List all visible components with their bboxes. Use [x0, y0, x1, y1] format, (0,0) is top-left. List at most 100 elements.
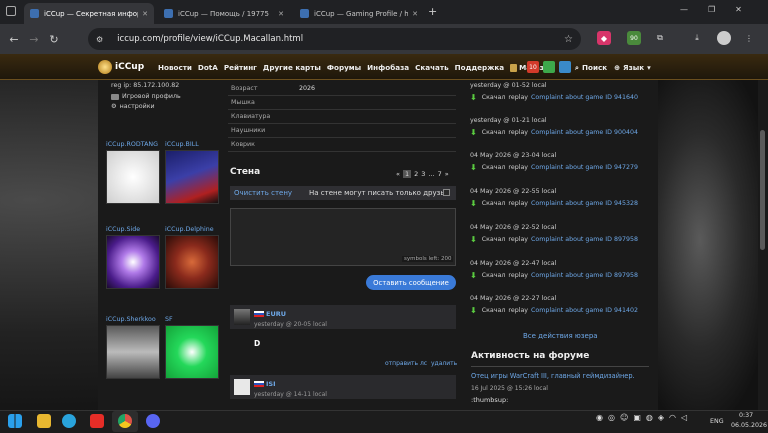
close-window-icon[interactable]: ✕ — [735, 5, 742, 14]
browser-tab-1[interactable]: iCCup — Секретная инфор ✕ — [24, 3, 154, 24]
menu-item-download[interactable]: Скачать — [415, 63, 449, 72]
friend-name[interactable]: iCCup.Side — [106, 226, 140, 233]
friend-avatar[interactable] — [165, 235, 219, 289]
profile-avatar[interactable] — [717, 31, 731, 45]
page-prev[interactable]: « — [396, 170, 400, 178]
menu-item-infobase[interactable]: Инфобаза — [367, 63, 409, 72]
language-indicator[interactable]: ENG — [710, 418, 724, 425]
tray-app-icon[interactable]: ◍ — [646, 413, 653, 422]
page-3[interactable]: 3 — [421, 170, 425, 178]
tray-app-icon[interactable]: ▣ — [633, 413, 641, 422]
menu-item-news[interactable]: Новости — [158, 63, 192, 72]
replay-link[interactable]: Complaint about game ID 941402 — [531, 307, 638, 314]
page-scrollbar[interactable] — [758, 80, 768, 410]
maximize-icon[interactable]: ❐ — [708, 5, 715, 14]
menu-item-forums[interactable]: Форумы — [327, 63, 361, 72]
friend-name[interactable]: iCCup.BILL — [165, 141, 199, 148]
new-tab-icon[interactable]: + — [428, 5, 437, 18]
page-2[interactable]: 2 — [414, 170, 418, 178]
replay-link[interactable]: Complaint about game ID 897958 — [531, 236, 638, 243]
reload-icon[interactable]: ↻ — [44, 33, 64, 46]
downloads-icon[interactable]: ⤓ — [690, 31, 704, 45]
discord-tray-icon[interactable]: ☺ — [620, 413, 628, 422]
page-7[interactable]: 7 — [438, 170, 442, 178]
close-tab-icon[interactable]: ✕ — [412, 10, 418, 18]
telegram-icon[interactable] — [62, 414, 76, 428]
all-user-actions-link[interactable]: Все действия юзера — [523, 332, 598, 340]
menu-item-support[interactable]: Поддержка — [455, 63, 504, 72]
close-tab-icon[interactable]: ✕ — [142, 10, 148, 18]
page-next[interactable]: » — [445, 170, 449, 178]
back-icon[interactable]: ← — [4, 33, 24, 46]
extensions-puzzle-icon[interactable]: ⧉ — [653, 31, 667, 45]
browser-menu-icon[interactable]: ⋮ — [742, 31, 756, 45]
language-selector[interactable]: ⊕ Язык ▾ — [614, 63, 651, 72]
user-icon[interactable] — [559, 61, 571, 73]
extension-badge-icon[interactable]: 90 — [627, 31, 641, 45]
submit-message-button[interactable]: Оставить сообщение — [366, 275, 456, 290]
post-author[interactable]: ISI — [266, 380, 276, 388]
browser-tab-3[interactable]: iCCup — Gaming Profile / h ✕ — [294, 3, 424, 24]
post-author[interactable]: EURU — [266, 310, 286, 318]
forum-post-title[interactable]: Отец игры WarCraft III, главный геймдиза… — [471, 372, 635, 380]
favicon-icon — [300, 9, 309, 18]
scrollbar-thumb[interactable] — [760, 130, 765, 250]
replay-link[interactable]: Complaint about game ID 900404 — [531, 129, 638, 136]
menu-item-rating[interactable]: Рейтинг — [224, 63, 257, 72]
tray-app-icon[interactable]: ◎ — [608, 413, 615, 422]
friend-avatar[interactable] — [106, 325, 160, 379]
settings-link[interactable]: ⚙ настройки — [111, 103, 155, 110]
file-explorer-icon[interactable] — [37, 414, 51, 428]
wifi-icon[interactable]: ◠ — [669, 413, 676, 422]
site-info-icon[interactable]: ⚙ — [96, 35, 103, 44]
minimize-icon[interactable]: — — [680, 5, 688, 14]
extension-icon[interactable]: ◆ — [597, 31, 611, 45]
page-1[interactable]: 1 — [402, 170, 412, 178]
logo-emblem-icon — [98, 60, 112, 74]
discord-icon[interactable] — [146, 414, 160, 428]
game-profile-link[interactable]: Игровой профиль — [111, 93, 181, 100]
friend-name[interactable]: iCCup.RODTANG — [106, 141, 158, 148]
clock-date[interactable]: 06.05.2026 — [731, 422, 767, 429]
action-kind: replay — [508, 164, 529, 171]
game-profile-label: Игровой профиль — [122, 93, 181, 100]
forward-icon[interactable]: → — [24, 33, 44, 46]
site-logo[interactable]: iCCup — [98, 58, 154, 76]
notifications-badge[interactable]: 10 — [527, 61, 539, 73]
post-avatar[interactable] — [234, 379, 250, 395]
omnibox[interactable]: ⚙ iccup.com/profile/view/iCCup.Macallan.… — [88, 28, 581, 50]
replay-link[interactable]: Complaint about game ID 947279 — [531, 164, 638, 171]
friend-name[interactable]: SF — [165, 316, 173, 323]
replay-link[interactable]: Complaint about game ID 941640 — [531, 94, 638, 101]
browser-tab-2[interactable]: iCCup — Помощь / 19775 ✕ — [158, 3, 290, 24]
replay-link[interactable]: Complaint about game ID 897958 — [531, 272, 638, 279]
action-kind: replay — [508, 307, 529, 314]
friend-avatar[interactable] — [106, 235, 160, 289]
youtube-icon[interactable] — [90, 414, 104, 428]
friend-avatar[interactable] — [106, 150, 160, 204]
messages-icon[interactable] — [543, 61, 555, 73]
friend-avatar[interactable] — [165, 150, 219, 204]
friend-avatar[interactable] — [165, 325, 219, 379]
bookmark-star-icon[interactable]: ☆ — [564, 34, 573, 45]
friends-only-checkbox[interactable] — [443, 189, 450, 196]
volume-icon[interactable]: ◁ — [681, 413, 687, 422]
action-verb: Скачал — [481, 272, 506, 279]
delete-link[interactable]: удалить — [431, 360, 457, 367]
friend-name[interactable]: iCCup.Delphine — [165, 226, 214, 233]
post-avatar[interactable] — [234, 309, 250, 325]
clock-time[interactable]: 0:37 — [739, 412, 753, 419]
friend-name[interactable]: iCCup.Sherkkoo — [106, 316, 156, 323]
steam-icon[interactable]: ◉ — [596, 413, 603, 422]
start-icon[interactable] — [8, 414, 22, 428]
menu-item-other-maps[interactable]: Другие карты — [263, 63, 321, 72]
search-button[interactable]: ⌕ Поиск — [575, 63, 607, 73]
reply-link[interactable]: отправить лс — [385, 360, 427, 367]
menu-item-dota[interactable]: DotA — [198, 63, 218, 72]
detail-row-keyboard: Клавиатура — [228, 110, 456, 124]
close-tab-icon[interactable]: ✕ — [278, 10, 284, 18]
tray-app-icon[interactable]: ◈ — [658, 413, 664, 422]
replay-link[interactable]: Complaint about game ID 945328 — [531, 200, 638, 207]
tab-search-icon[interactable] — [6, 6, 16, 16]
clear-wall-link[interactable]: Очистить стену — [234, 189, 292, 197]
